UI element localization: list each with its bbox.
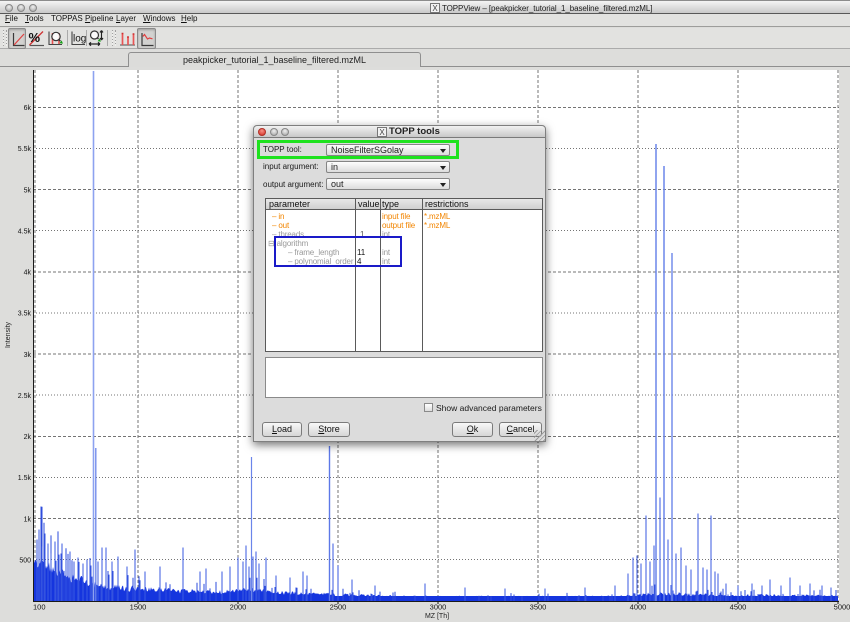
svg-text:log: log (73, 34, 86, 45)
svg-text:2.5k: 2.5k (18, 393, 32, 400)
svg-text:2000: 2000 (230, 603, 247, 612)
svg-text:5000: 5000 (834, 603, 850, 612)
svg-text:1500: 1500 (130, 603, 147, 612)
svg-text:%: % (29, 30, 41, 45)
svg-text:1k: 1k (24, 516, 32, 523)
svg-text:100: 100 (33, 603, 46, 612)
svg-text:5k: 5k (24, 187, 32, 194)
svg-text:500: 500 (19, 557, 31, 564)
svg-text:Intensity: Intensity (5, 321, 12, 348)
svg-text:5.5k: 5.5k (18, 146, 32, 153)
svg-text:4.5k: 4.5k (18, 229, 32, 236)
svg-text:MZ [Th]: MZ [Th] (425, 613, 449, 620)
svg-text:2k: 2k (24, 434, 32, 441)
svg-text:6k: 6k (24, 105, 32, 112)
svg-text:3500: 3500 (530, 603, 547, 612)
svg-text:4k: 4k (24, 270, 32, 277)
svg-text:3.5k: 3.5k (18, 311, 32, 318)
svg-text:3k: 3k (24, 352, 32, 359)
svg-text:4500: 4500 (730, 603, 747, 612)
svg-text:3000: 3000 (430, 603, 447, 612)
svg-text:1.5k: 1.5k (18, 475, 32, 482)
svg-text:4000: 4000 (630, 603, 647, 612)
svg-text:2500: 2500 (330, 603, 347, 612)
